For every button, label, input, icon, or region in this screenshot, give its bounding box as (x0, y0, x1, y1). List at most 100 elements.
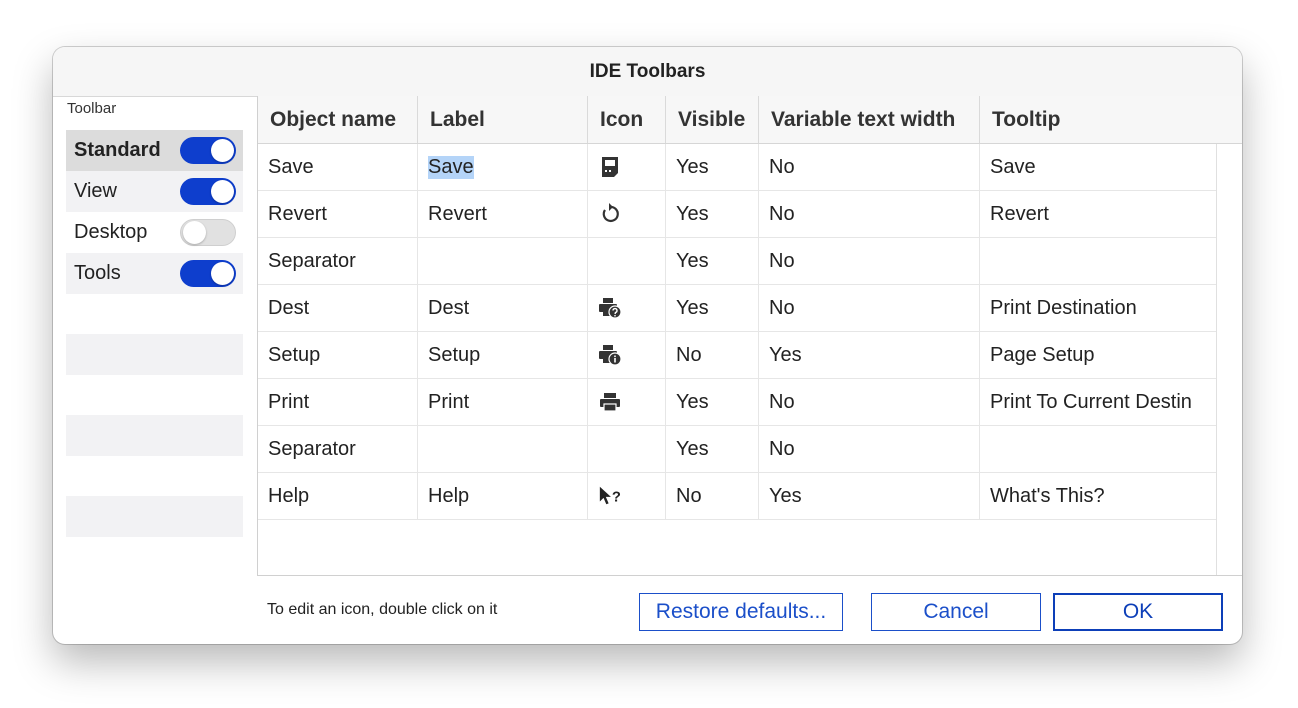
cell-tooltip[interactable]: What's This? (980, 473, 1216, 519)
column-header-variable-text-width[interactable]: Variable text width (759, 96, 980, 143)
table-row[interactable]: Separator Yes No (258, 238, 1216, 285)
column-header-tooltip[interactable]: Tooltip (980, 96, 1242, 143)
cell-visible[interactable]: Yes (666, 144, 759, 190)
cell-icon[interactable] (588, 285, 666, 331)
cell-variable-text-width[interactable]: No (759, 379, 980, 425)
cell-label[interactable]: Dest (418, 285, 588, 331)
table-row[interactable]: Separator Yes No (258, 426, 1216, 473)
cell-object-name[interactable]: Dest (258, 285, 418, 331)
cell-icon[interactable] (588, 426, 666, 472)
toolbar-item-desktop[interactable]: Desktop (66, 212, 243, 253)
cell-tooltip[interactable]: Revert (980, 191, 1216, 237)
table-vertical-scrollbar[interactable] (1216, 144, 1242, 575)
cell-visible[interactable]: Yes (666, 191, 759, 237)
cell-object-name[interactable]: Print (258, 379, 418, 425)
whats-this-icon[interactable]: ? (598, 484, 622, 508)
cell-variable-text-width[interactable]: No (759, 238, 980, 284)
cell-icon[interactable] (588, 238, 666, 284)
cell-variable-text-width[interactable]: Yes (759, 473, 980, 519)
cell-variable-text-width[interactable]: No (759, 285, 980, 331)
cell-tooltip[interactable]: Page Setup (980, 332, 1216, 378)
edit-icon-hint: To edit an icon, double click on it (267, 601, 498, 618)
toolbar-item-tools[interactable]: Tools (66, 253, 243, 294)
table-row[interactable]: Dest Dest Yes No Print Destination (258, 285, 1216, 332)
table-row[interactable]: Print Print Yes No Print To Current Dest… (258, 379, 1216, 426)
cell-object-name[interactable]: Help (258, 473, 418, 519)
toolbar-list-empty-row (66, 496, 243, 537)
cell-visible[interactable]: No (666, 473, 759, 519)
toolbar-item-view[interactable]: View (66, 171, 243, 212)
toolbar-tools-toggle[interactable] (180, 260, 236, 287)
restore-defaults-button[interactable]: Restore defaults... (639, 593, 843, 631)
toolbar-desktop-toggle[interactable] (180, 219, 236, 246)
cell-visible[interactable]: No (666, 332, 759, 378)
column-header-icon[interactable]: Icon (588, 96, 666, 143)
toolbar-list-empty-row (66, 334, 243, 375)
cell-tooltip[interactable]: Print Destination (980, 285, 1216, 331)
cell-variable-text-width[interactable]: No (759, 191, 980, 237)
save-icon[interactable] (598, 155, 622, 179)
toolbar-item-label: Standard (74, 139, 161, 161)
cell-visible[interactable]: Yes (666, 426, 759, 472)
cell-label[interactable]: Help (418, 473, 588, 519)
cell-variable-text-width[interactable]: No (759, 426, 980, 472)
toggle-knob (211, 139, 234, 162)
cell-visible[interactable]: Yes (666, 238, 759, 284)
ok-button[interactable]: OK (1053, 593, 1223, 631)
cell-object-name[interactable]: Setup (258, 332, 418, 378)
cell-icon[interactable]: ? (588, 473, 666, 519)
cell-variable-text-width[interactable]: Yes (759, 332, 980, 378)
table-header: Object name Label Icon Visible Variable … (258, 96, 1242, 144)
cell-tooltip[interactable] (980, 426, 1216, 472)
cell-object-name[interactable]: Save (258, 144, 418, 190)
toggle-knob (211, 180, 234, 203)
table-row[interactable]: Revert Revert Yes No Revert (258, 191, 1216, 238)
cell-tooltip[interactable]: Save (980, 144, 1216, 190)
toolbar-item-label: Desktop (74, 221, 148, 243)
cell-label[interactable] (418, 426, 588, 472)
print-destination-icon[interactable] (598, 296, 622, 320)
cell-label-selected-text[interactable]: Save (428, 155, 474, 179)
cell-label[interactable]: Setup (418, 332, 588, 378)
cell-icon[interactable] (588, 191, 666, 237)
column-header-visible[interactable]: Visible (666, 96, 759, 143)
revert-icon[interactable] (598, 202, 622, 226)
cell-object-name[interactable]: Revert (258, 191, 418, 237)
cell-tooltip[interactable]: Print To Current Destin (980, 379, 1216, 425)
cell-visible[interactable]: Yes (666, 285, 759, 331)
dialog-title: IDE Toolbars (589, 60, 706, 82)
toggle-knob (183, 221, 206, 244)
cell-icon[interactable] (588, 332, 666, 378)
cell-label[interactable]: Save (418, 144, 588, 190)
cell-label[interactable]: Revert (418, 191, 588, 237)
cell-variable-text-width[interactable]: No (759, 144, 980, 190)
cell-icon[interactable] (588, 379, 666, 425)
cell-visible[interactable]: Yes (666, 379, 759, 425)
cancel-button[interactable]: Cancel (871, 593, 1041, 631)
cell-icon[interactable] (588, 144, 666, 190)
toolbar-item-standard[interactable]: Standard (66, 130, 243, 171)
svg-text:?: ? (612, 490, 621, 506)
table-row[interactable]: Help Help ? No Yes What's This? (258, 473, 1216, 520)
cell-label[interactable] (418, 238, 588, 284)
toolbar-item-label: Tools (74, 262, 121, 284)
table-row[interactable]: Save Save Yes No Save (258, 144, 1216, 191)
toolbar-item-label: View (74, 180, 117, 202)
column-header-label[interactable]: Label (418, 96, 588, 143)
column-header-object-name[interactable]: Object name (258, 96, 418, 143)
page-setup-icon[interactable] (598, 343, 622, 367)
cell-object-name[interactable]: Separator (258, 238, 418, 284)
toolbar-list-label: Toolbar (67, 100, 117, 117)
title-bar: IDE Toolbars (53, 47, 1242, 97)
toolbar-standard-toggle[interactable] (180, 137, 236, 164)
printer-icon[interactable] (598, 390, 622, 414)
cell-label[interactable]: Print (418, 379, 588, 425)
toolbar-list-empty-row (66, 415, 243, 456)
toolbar-view-toggle[interactable] (180, 178, 236, 205)
cell-tooltip[interactable] (980, 238, 1216, 284)
toolbar-items-table: Object name Label Icon Visible Variable … (257, 96, 1242, 576)
ide-toolbars-dialog: IDE Toolbars Toolbar Standard View Deskt… (53, 47, 1242, 644)
toggle-knob (211, 262, 234, 285)
table-row[interactable]: Setup Setup No Yes Page Setup (258, 332, 1216, 379)
cell-object-name[interactable]: Separator (258, 426, 418, 472)
